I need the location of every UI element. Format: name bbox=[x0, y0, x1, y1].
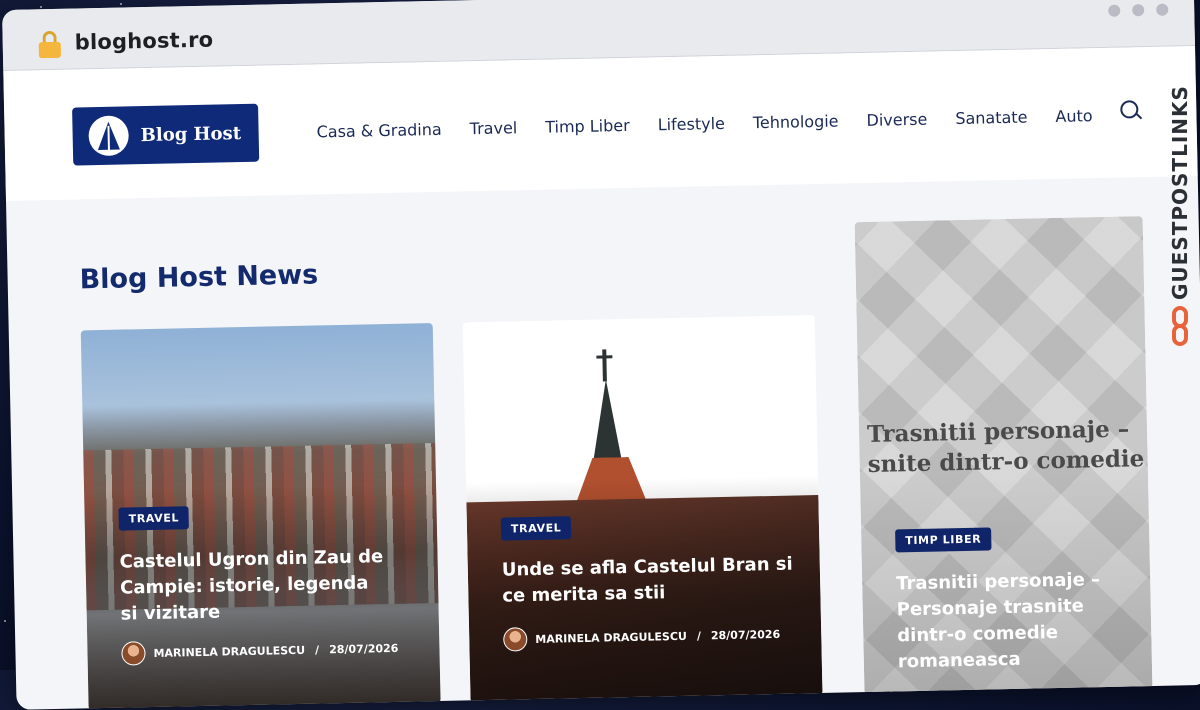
site-header: Blog Host Casa & Gradina Travel Timp Lib… bbox=[3, 46, 1198, 201]
author-name[interactable]: MARINELA DRAGULESCU bbox=[535, 629, 687, 645]
address-bar[interactable]: bloghost.ro bbox=[74, 28, 213, 55]
nav-item-lifestyle[interactable]: Lifestyle bbox=[658, 114, 726, 134]
main-nav: Casa & Gradina Travel Timp Liber Lifesty… bbox=[316, 106, 1120, 142]
guestpostlinks-watermark: GUESTPOSTLINKS bbox=[1166, 60, 1196, 360]
article-title[interactable]: Unde se afla Castelul Bran si ce merita … bbox=[502, 551, 803, 609]
nav-item-sanatate[interactable]: Sanatate bbox=[955, 108, 1027, 129]
nav-item-timp-liber[interactable]: Timp Liber bbox=[545, 116, 630, 137]
chain-link-icon bbox=[1172, 306, 1188, 346]
category-badge[interactable]: TIMP LIBER bbox=[895, 527, 992, 553]
watermark-text: GUESTPOSTLINKS bbox=[1168, 85, 1192, 300]
logo-text: Blog Host bbox=[140, 122, 242, 146]
post-date: 28/07/2026 bbox=[328, 641, 399, 656]
nav-item-auto[interactable]: Auto bbox=[1055, 106, 1093, 126]
post-date: 28/07/2026 bbox=[710, 627, 781, 642]
search-icon[interactable] bbox=[1120, 100, 1139, 119]
nav-item-tehnologie[interactable]: Tehnologie bbox=[753, 112, 839, 133]
article-title[interactable]: Castelul Ugron din Zau de Campie: istori… bbox=[119, 544, 391, 628]
window-dot-icon[interactable] bbox=[1156, 3, 1169, 16]
browser-window: bloghost.ro Blog Host Casa & Gradina Tra… bbox=[2, 0, 1200, 710]
site-logo[interactable]: Blog Host bbox=[72, 103, 260, 166]
window-controls bbox=[1108, 3, 1169, 17]
window-dot-icon[interactable] bbox=[1132, 4, 1145, 17]
section-title: Blog Host News bbox=[79, 259, 319, 296]
article-title[interactable]: Trasnitii personaje – Personaje trasnite… bbox=[896, 566, 1138, 675]
article-card[interactable]: TRAVEL Unde se afla Castelul Bran si ce … bbox=[462, 315, 823, 703]
article-card[interactable]: TRAVEL Castelul Ugron din Zau de Campie:… bbox=[80, 323, 441, 710]
category-badge[interactable]: TRAVEL bbox=[500, 516, 572, 541]
avatar bbox=[503, 627, 528, 652]
nav-item-diverse[interactable]: Diverse bbox=[866, 110, 927, 130]
tree-logo-icon bbox=[88, 115, 130, 157]
avatar bbox=[121, 641, 146, 666]
category-badge[interactable]: TRAVEL bbox=[118, 506, 190, 531]
nav-item-casa-gradina[interactable]: Casa & Gradina bbox=[316, 120, 441, 142]
window-dot-icon[interactable] bbox=[1108, 4, 1121, 17]
cross-image bbox=[602, 349, 607, 382]
author-name[interactable]: MARINELA DRAGULESCU bbox=[153, 643, 305, 659]
nav-item-travel[interactable]: Travel bbox=[469, 118, 517, 138]
lock-icon bbox=[38, 30, 62, 59]
main-content: Blog Host News TRAVEL Castelul Ugron din… bbox=[6, 177, 1200, 710]
article-card[interactable]: Trasnitii personaje – snite dintr-o come… bbox=[854, 216, 1153, 695]
